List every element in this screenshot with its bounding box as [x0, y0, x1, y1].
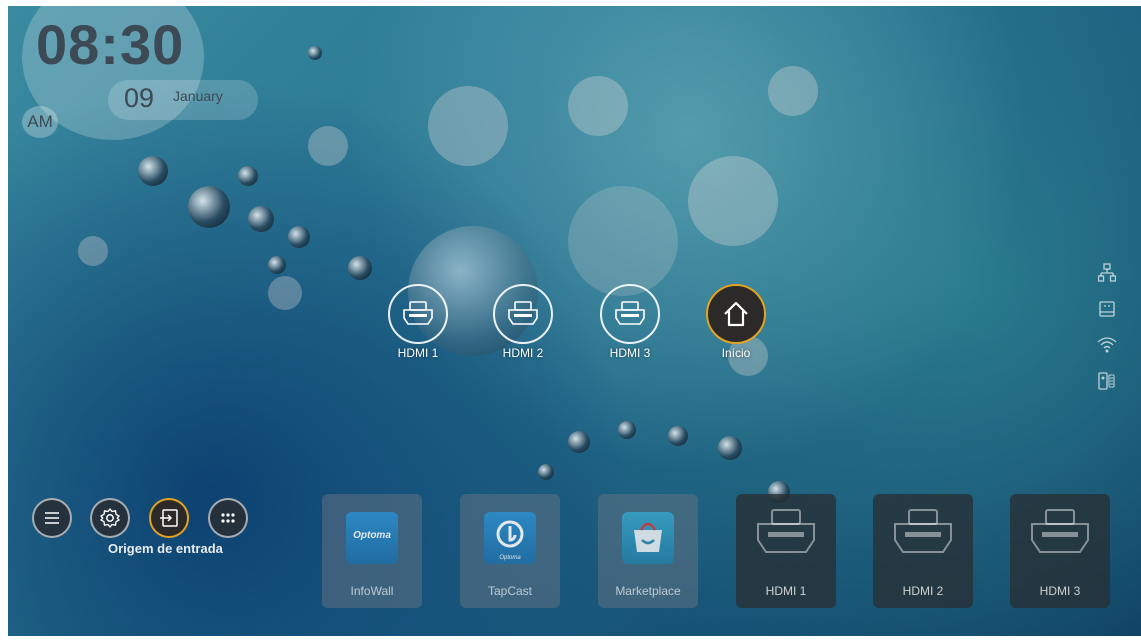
marketplace-app-icon — [622, 512, 674, 564]
tile-label: TapCast — [487, 584, 533, 598]
settings-button[interactable] — [90, 498, 130, 538]
menu-button[interactable] — [32, 498, 72, 538]
hdmi-icon — [600, 284, 660, 344]
wifi-icon — [1096, 334, 1118, 356]
hdmi-icon — [757, 509, 815, 553]
infowall-app-icon: Optoma — [346, 512, 398, 564]
apps-icon — [221, 513, 235, 523]
tile-label: InfoWall — [350, 584, 394, 598]
source-home[interactable]: Início — [696, 284, 776, 360]
home-icon — [706, 284, 766, 344]
tile-hdmi-1[interactable]: HDMI 1 — [736, 494, 836, 608]
remote-icon — [1096, 370, 1118, 392]
tile-infowall[interactable]: Optoma InfoWall — [322, 494, 422, 608]
input-source-icon — [160, 509, 178, 527]
clock-ampm: AM — [22, 106, 58, 138]
source-hdmi-1[interactable]: HDMI 1 — [378, 284, 458, 360]
tile-label: HDMI 2 — [902, 584, 944, 598]
input-source-button[interactable] — [149, 498, 189, 538]
clock-time: 08:30 — [36, 13, 185, 76]
source-label: HDMI 3 — [609, 346, 651, 360]
date-day: 09 — [124, 83, 155, 113]
tile-label: HDMI 1 — [765, 584, 807, 598]
source-hdmi-3[interactable]: HDMI 3 — [590, 284, 670, 360]
tile-marketplace[interactable]: Marketplace — [598, 494, 698, 608]
hdmi-icon — [894, 509, 952, 553]
source-label: HDMI 2 — [502, 346, 544, 360]
usb-icon — [1096, 298, 1118, 320]
tile-tapcast[interactable]: Optoma TapCast — [460, 494, 560, 608]
tile-label: Marketplace — [615, 584, 681, 598]
source-hdmi-2[interactable]: HDMI 2 — [483, 284, 563, 360]
menu-icon — [45, 512, 59, 524]
network-icon — [1096, 262, 1118, 284]
tile-label: HDMI 3 — [1039, 584, 1081, 598]
tile-hdmi-3[interactable]: HDMI 3 — [1010, 494, 1110, 608]
home-screen: 08:30 09 January AM HDMI 1 HDMI 2 HDMI 3… — [8, 6, 1141, 636]
date-month: January — [173, 88, 223, 104]
settings-icon — [100, 508, 120, 528]
apps-button[interactable] — [208, 498, 248, 538]
hdmi-icon — [1031, 509, 1089, 553]
tapcast-app-icon: Optoma — [484, 512, 536, 564]
source-label: HDMI 1 — [397, 346, 439, 360]
tile-hdmi-2[interactable]: HDMI 2 — [873, 494, 973, 608]
source-label: Início — [721, 346, 751, 360]
hdmi-icon — [493, 284, 553, 344]
hdmi-icon — [388, 284, 448, 344]
menu-label: Origem de entrada — [108, 541, 223, 556]
